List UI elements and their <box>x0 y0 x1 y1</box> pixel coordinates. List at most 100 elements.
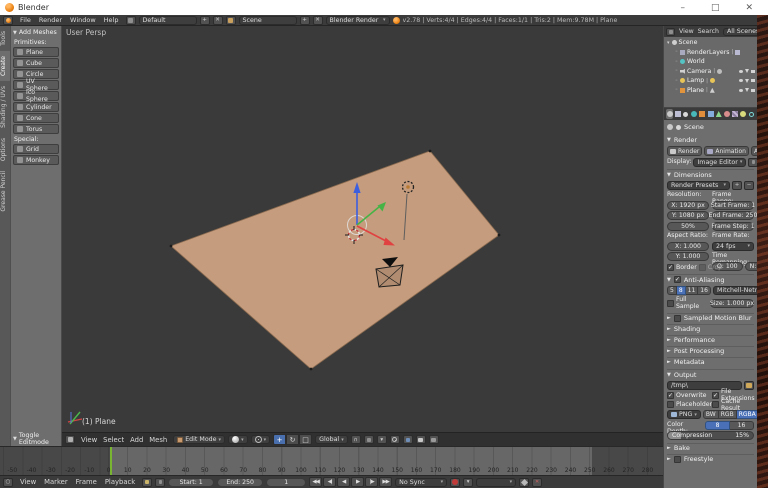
file-extensions-checkbox[interactable] <box>712 392 719 399</box>
properties-tab-texture[interactable] <box>732 109 739 119</box>
panel-sampled-motion-blur-header[interactable]: ►Sampled Motion Blur <box>667 313 754 323</box>
samples-5-button[interactable]: 5 <box>667 286 677 295</box>
plane-object[interactable] <box>171 151 499 369</box>
snap-target-dropdown[interactable]: ▾ <box>377 435 387 444</box>
properties-tab-modifiers[interactable] <box>707 109 714 119</box>
sampled-motion-blur-checkbox[interactable] <box>674 315 681 322</box>
resolution-x-field[interactable]: X: 1920 px <box>667 201 709 210</box>
antialiasing-checkbox[interactable] <box>674 276 681 283</box>
opengl-render-button[interactable] <box>416 435 426 444</box>
add-cube-button[interactable]: Cube <box>13 58 59 68</box>
add-preset-button[interactable]: + <box>732 181 742 190</box>
menu-mesh[interactable]: Mesh <box>146 436 170 444</box>
properties-tab-scene[interactable] <box>682 109 689 119</box>
placeholders-checkbox[interactable] <box>667 401 674 408</box>
start-frame-field[interactable]: Start Frame: 1 <box>712 201 754 210</box>
menu-playback[interactable]: Playback <box>101 478 139 486</box>
shelf-tab-create[interactable]: Create <box>0 51 10 81</box>
rotate-manipulator-button[interactable]: ↻ <box>286 434 299 445</box>
panel-freestyle-header[interactable]: ►Freestyle <box>667 454 754 464</box>
playback-button-2[interactable]: ◀ <box>337 477 350 487</box>
proportional-edit-dropdown[interactable] <box>390 435 400 444</box>
playback-button-5[interactable]: ▶▶ <box>379 477 392 487</box>
samples-8-button[interactable]: 8 <box>677 286 686 295</box>
resolution-y-field[interactable]: Y: 1080 px <box>667 211 709 220</box>
lock-time-button[interactable] <box>155 478 165 487</box>
properties-tab-physics[interactable] <box>748 109 755 119</box>
scale-manipulator-button[interactable]: □ <box>299 434 312 445</box>
outliner-row-lamp[interactable]: ◦Lamp| <box>664 76 757 86</box>
menu-view[interactable]: View <box>677 28 696 35</box>
render-button[interactable]: Render <box>667 146 702 156</box>
render-animation-button[interactable]: Animation <box>704 146 749 156</box>
remap-new-field[interactable]: N: 100 <box>745 262 757 271</box>
insert-keyframe-button[interactable] <box>519 478 529 487</box>
selectability-icon[interactable] <box>745 88 749 92</box>
compression-slider[interactable]: Compression 15% <box>667 431 754 440</box>
add-torus-button[interactable]: Torus <box>13 124 59 134</box>
screen-layout-dropdown[interactable]: Default <box>139 16 197 25</box>
outliner-row-scene[interactable]: ▾Scene <box>664 38 757 48</box>
add-cone-button[interactable]: Cone <box>13 113 59 123</box>
add-cylinder-button[interactable]: Cylinder <box>13 102 59 112</box>
display-dropdown[interactable]: Image Editor▾ <box>693 158 746 167</box>
maximize-button[interactable]: □ <box>711 3 720 13</box>
selectability-icon[interactable] <box>745 69 749 73</box>
properties-tab-particles[interactable] <box>740 109 747 119</box>
cache-result-checkbox[interactable] <box>712 401 719 408</box>
shelf-tab-shading-uvs[interactable]: Shading / UVs <box>0 81 10 133</box>
panel-post-processing-header[interactable]: ►Post Processing <box>667 346 754 356</box>
snap-toggle-button[interactable]: ∩ <box>351 435 361 444</box>
shelf-tab-options[interactable]: Options <box>0 133 10 166</box>
end-frame-field[interactable]: End: 250 <box>217 478 263 487</box>
screen-layout-browse-icon[interactable] <box>126 16 136 25</box>
aspect-x-field[interactable]: X: 1.000 <box>667 242 709 251</box>
start-frame-field[interactable]: Start: 1 <box>168 478 214 487</box>
add-monkey-button[interactable]: Monkey <box>13 155 59 165</box>
aa-filter-dropdown[interactable]: Mitchell-Netravali▾ <box>713 286 757 295</box>
outliner-row-plane[interactable]: ◦Plane| <box>664 86 757 96</box>
properties-tab-render[interactable] <box>666 109 673 119</box>
timeline-editor-type-button[interactable]: ○ <box>3 478 13 487</box>
selectability-icon[interactable] <box>745 79 749 83</box>
fps-dropdown[interactable]: 24 fps▾ <box>712 242 754 251</box>
playback-button-3[interactable]: ▶ <box>351 477 364 487</box>
menu-select[interactable]: Select <box>100 436 127 444</box>
current-frame-field[interactable]: 1 <box>266 478 306 487</box>
occlude-geometry-button[interactable] <box>403 435 413 444</box>
menu-render[interactable]: Render <box>35 16 66 24</box>
properties-tab-world[interactable] <box>691 109 698 119</box>
shelf-tab-tools[interactable]: Tools <box>0 26 10 51</box>
end-frame-field[interactable]: End Frame: 250 <box>712 211 754 220</box>
frame-step-field[interactable]: Frame Step: 1 <box>712 222 754 231</box>
render-panel-header[interactable]: ▼Render <box>667 135 754 145</box>
crop-checkbox[interactable] <box>699 264 706 271</box>
add-scene-button[interactable]: + <box>300 16 310 25</box>
editor-type-button[interactable] <box>65 435 75 444</box>
add-plane-button[interactable]: Plane <box>13 47 59 57</box>
scene-browse-icon[interactable] <box>226 16 236 25</box>
sync-dropdown[interactable]: No Sync▾ <box>395 478 447 487</box>
freestyle-checkbox[interactable] <box>674 456 681 463</box>
outliner-row-renderlayers[interactable]: ◦RenderLayers| <box>664 48 757 58</box>
mode-dropdown[interactable]: Edit Mode▾ <box>173 435 225 444</box>
panel-shading-header[interactable]: ►Shading <box>667 324 754 334</box>
lock-interface-button[interactable] <box>748 158 757 167</box>
outliner-editor-type-button[interactable] <box>666 28 675 36</box>
playback-button-1[interactable]: ◀| <box>323 477 336 487</box>
add-ico-sphere-button[interactable]: Ico Sphere <box>13 91 59 101</box>
menu-view[interactable]: View <box>16 478 40 486</box>
renderability-icon[interactable] <box>751 79 755 82</box>
file-format-dropdown[interactable]: PNG▾ <box>667 410 701 419</box>
outliner-row-camera[interactable]: ◦Camera| <box>664 67 757 77</box>
border-checkbox[interactable] <box>667 264 674 271</box>
keying-set-dropdown[interactable]: ▾ <box>476 478 516 487</box>
playback-button-4[interactable]: |▶ <box>365 477 378 487</box>
info-editor-type-button[interactable] <box>3 16 13 25</box>
channel-rgb-button[interactable]: RGB <box>719 410 737 419</box>
delete-keyframe-button[interactable]: ✕ <box>532 478 542 487</box>
remove-layout-button[interactable]: ✕ <box>213 16 223 25</box>
viewport-canvas[interactable]: User Persp (1) Plane <box>62 26 663 432</box>
scene-dropdown[interactable]: Scene <box>239 16 297 25</box>
render-presets-dropdown[interactable]: Render Presets▾ <box>667 181 730 190</box>
